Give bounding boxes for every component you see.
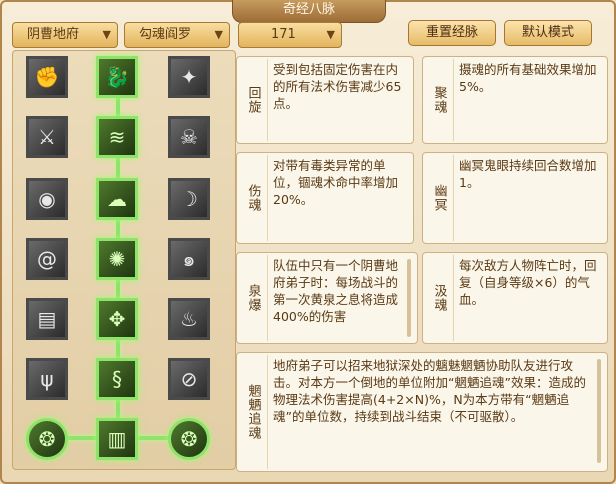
wave-icon: ≋ xyxy=(108,125,126,149)
vortex-icon: ❂ xyxy=(180,427,198,451)
reset-meridian-button[interactable]: 重置经脉 xyxy=(408,20,496,46)
meridian-node[interactable]: ✥ xyxy=(96,298,138,340)
eye-icon: ◉ xyxy=(38,187,56,211)
dagger-icon: ⚔ xyxy=(38,125,56,149)
claw-icon: ψ xyxy=(40,367,54,391)
skill-card[interactable]: 聚魂 摄魂的所有基础效果增加5%。 xyxy=(422,56,608,144)
level-value: 171 xyxy=(271,27,296,42)
meridian-node[interactable]: ๑ xyxy=(168,238,210,280)
skill-desc: 摄魂的所有基础效果增加5%。 xyxy=(459,62,597,94)
ghost-icon: ☽ xyxy=(180,187,198,211)
meridian-node[interactable]: ▥ xyxy=(96,418,138,460)
chevron-down-icon: ▼ xyxy=(102,28,111,41)
level-dropdown[interactable]: 171 ▼ xyxy=(238,22,342,48)
skill-card[interactable]: 回旋 受到包括固定伤害在内的所有法术伤害减少65点。 xyxy=(236,56,414,144)
skill-name: 幽冥 xyxy=(425,155,454,241)
scroll-icon: ▤ xyxy=(37,307,57,331)
dragon-icon: 🐉 xyxy=(104,65,130,89)
meridian-node[interactable]: ⚔ xyxy=(26,116,68,158)
skill-card[interactable]: 泉爆 队伍中只有一个阴曹地府弟子时：每场战斗的第一次黄泉之息将造成400%的伤害 xyxy=(236,252,418,344)
meridian-node[interactable]: ◉ xyxy=(26,178,68,220)
meridian-node[interactable]: 🐉 xyxy=(96,56,138,98)
skill-desc: 每次敌方人物阵亡时，回复（自身等级×6）的气血。 xyxy=(459,258,597,307)
skill-name: 汲魂 xyxy=(425,255,454,341)
skill-desc: 对带有毒类异常的单位，锢魂术命中率增加20%。 xyxy=(273,158,399,207)
fire-icon: ✺ xyxy=(108,247,126,271)
sect-dropdown[interactable]: 阴曹地府 ▼ xyxy=(12,22,118,48)
chevron-down-icon: ▼ xyxy=(214,28,223,41)
skill-name: 泉爆 xyxy=(239,255,268,341)
vortex-icon: ❂ xyxy=(38,427,56,451)
skill-name: 伤魂 xyxy=(239,155,268,241)
meridian-node[interactable]: ⊘ xyxy=(168,358,210,400)
scrollbar[interactable] xyxy=(597,359,601,463)
swirl-icon: ๑ xyxy=(182,247,196,271)
flame-icon: ♨ xyxy=(180,307,198,331)
meridian-node[interactable]: ✦ xyxy=(168,56,210,98)
skill-desc: 地府弟子可以招来地狱深处的魑魅魍魉协助队友进行攻击。对本方一个倒地的单位附加“魍… xyxy=(273,358,586,424)
meridian-node[interactable]: ≋ xyxy=(96,116,138,158)
book-icon: ▥ xyxy=(107,427,127,451)
skill-name: 回旋 xyxy=(239,59,268,141)
cloud-icon: ☁ xyxy=(107,187,127,211)
meridian-node[interactable]: ♨ xyxy=(168,298,210,340)
meridian-node[interactable]: ☽ xyxy=(168,178,210,220)
chevron-down-icon: ▼ xyxy=(326,28,335,41)
meridian-node[interactable]: @ xyxy=(26,238,68,280)
sect-value: 阴曹地府 xyxy=(27,27,80,42)
meridian-node[interactable]: ✊ xyxy=(26,56,68,98)
default-mode-button[interactable]: 默认模式 xyxy=(504,20,592,46)
knot-icon: ✥ xyxy=(108,307,126,331)
meridian-node[interactable]: ✺ xyxy=(96,238,138,280)
meridian-node[interactable]: ☠ xyxy=(168,116,210,158)
skill-name: 聚魂 xyxy=(425,59,454,141)
meridian-node[interactable]: § xyxy=(96,358,138,400)
blade-icon: ⊘ xyxy=(180,367,198,391)
serpent-icon: § xyxy=(112,367,122,391)
meridian-node[interactable]: ❂ xyxy=(26,418,68,460)
skill-card[interactable]: 幽冥 幽冥鬼眼持续回合数增加1。 xyxy=(422,152,608,244)
school-dropdown[interactable]: 勾魂阎罗 ▼ xyxy=(124,22,230,48)
skill-card[interactable]: 汲魂 每次敌方人物阵亡时，回复（自身等级×6）的气血。 xyxy=(422,252,608,344)
meridian-node[interactable]: ❂ xyxy=(168,418,210,460)
fist-icon: ✊ xyxy=(34,65,60,89)
kick-icon: ✦ xyxy=(180,65,198,89)
skill-desc: 幽冥鬼眼持续回合数增加1。 xyxy=(459,158,597,190)
meridian-node[interactable]: ▤ xyxy=(26,298,68,340)
skill-desc: 队伍中只有一个阴曹地府弟子时：每场战斗的第一次黄泉之息将造成400%的伤害 xyxy=(273,258,399,324)
skull-icon: ☠ xyxy=(180,125,198,149)
skill-desc: 受到包括固定伤害在内的所有法术伤害减少65点。 xyxy=(273,62,402,111)
school-value: 勾魂阎罗 xyxy=(139,27,192,42)
spiral-icon: @ xyxy=(37,247,57,271)
scrollbar[interactable] xyxy=(407,259,411,337)
skill-name: 魍魉追魂 xyxy=(239,355,268,469)
meridian-node[interactable]: ψ xyxy=(26,358,68,400)
skill-card[interactable]: 伤魂 对带有毒类异常的单位，锢魂术命中率增加20%。 xyxy=(236,152,414,244)
window-title: 奇经八脉 xyxy=(232,0,386,23)
meridian-node[interactable]: ☁ xyxy=(96,178,138,220)
skill-card[interactable]: 魍魉追魂 地府弟子可以招来地狱深处的魑魅魍魉协助队友进行攻击。对本方一个倒地的单… xyxy=(236,352,608,472)
